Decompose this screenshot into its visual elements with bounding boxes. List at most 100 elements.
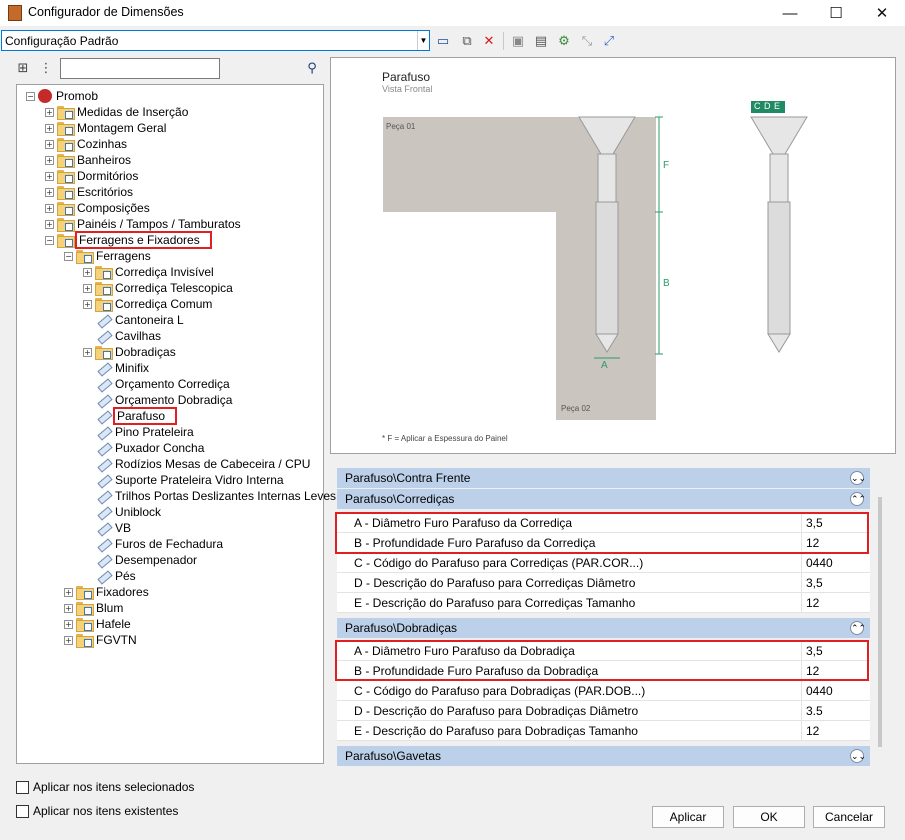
tree-node[interactable]: + Blum: [64, 600, 123, 616]
property-value-field[interactable]: 12: [801, 721, 870, 740]
tree-leaf[interactable]: Orçamento Dobradiça: [83, 392, 232, 408]
group-corredicas[interactable]: Parafuso\Corrediças ⌃⌃: [337, 489, 870, 509]
property-row[interactable]: E - Descrição do Parafuso para Corrediça…: [337, 593, 870, 613]
tree-leaf[interactable]: Pino Prateleira: [83, 424, 194, 440]
expand-icon[interactable]: +: [83, 347, 92, 357]
maximize-icon[interactable]: ☐: [813, 0, 859, 26]
group-contra-frente[interactable]: Parafuso\Contra Frente ⌄⌄: [337, 468, 870, 488]
tree-leaf[interactable]: Cantoneira L: [83, 312, 184, 328]
tree-leaf[interactable]: Minifix: [83, 360, 149, 376]
tree-node[interactable]: + Composições: [45, 200, 150, 216]
tree-leaf[interactable]: Desempenador: [83, 552, 197, 568]
close-icon[interactable]: ✕: [859, 0, 905, 26]
tree-node[interactable]: − Promob: [26, 88, 98, 104]
copy-config-icon[interactable]: ⧉: [458, 32, 476, 50]
tree-node[interactable]: + Cozinhas: [45, 136, 127, 152]
property-row[interactable]: C - Código do Parafuso para Dobradiças (…: [337, 681, 870, 701]
minimize-icon[interactable]: —: [767, 0, 813, 26]
chevron-down-icon[interactable]: ▼: [417, 31, 429, 50]
property-value-field[interactable]: 12: [801, 593, 870, 612]
tree-node[interactable]: + Corrediça Comum: [83, 296, 212, 312]
tree-node[interactable]: + Dobradiças: [83, 344, 176, 360]
category-tree[interactable]: − Promob + Medidas de Inserção + Montagem Ger…: [16, 84, 336, 764]
screw-icon: [95, 314, 111, 326]
group-gavetas[interactable]: Parafuso\Gavetas ⌄⌄: [337, 746, 870, 766]
collapse-tree-icon[interactable]: ⋮: [37, 59, 55, 77]
tree-node[interactable]: + Banheiros: [45, 152, 131, 168]
tree-node[interactable]: + Medidas de Inserção: [45, 104, 188, 120]
property-row[interactable]: C - Código do Parafuso para Corrediças (…: [337, 553, 870, 573]
collapse-icon[interactable]: −: [45, 235, 54, 245]
tree-leaf[interactable]: Orçamento Corrediça: [83, 376, 230, 392]
save-icon[interactable]: ▣: [509, 32, 527, 50]
tree-leaf[interactable]: Trilhos Portas Deslizantes Internas Leve…: [83, 488, 336, 504]
property-value-field[interactable]: 0440: [801, 553, 870, 572]
tree-node[interactable]: + Corrediça Invisível: [83, 264, 214, 280]
property-row[interactable]: E - Descrição do Parafuso para Dobradiça…: [337, 721, 870, 741]
expand-icon[interactable]: +: [45, 123, 54, 133]
settings-icon[interactable]: ⚙: [555, 32, 573, 50]
group-dobradicas[interactable]: Parafuso\Dobradiças ⌃⌃: [337, 618, 870, 638]
tree-node[interactable]: + Painéis / Tampos / Tamburatos: [45, 216, 241, 232]
expand-icon[interactable]: +: [64, 587, 73, 597]
expand-icon[interactable]: +: [45, 219, 54, 229]
expand-icon[interactable]: +: [83, 299, 92, 309]
tree-leaf[interactable]: Pés: [83, 568, 136, 584]
tree-leaf[interactable]: Rodízios Mesas de Cabeceira / CPU: [83, 456, 310, 472]
cancel-button[interactable]: Cancelar: [813, 806, 885, 828]
tree-node[interactable]: − Ferragens e Fixadores: [45, 231, 212, 249]
expand-icon[interactable]: +: [45, 139, 54, 149]
tree-node[interactable]: + Montagem Geral: [45, 120, 166, 136]
apply-selected-checkbox[interactable]: [16, 781, 29, 794]
property-row[interactable]: D - Descrição do Parafuso para Corrediça…: [337, 573, 870, 593]
tree-node[interactable]: + FGVTN: [64, 632, 137, 648]
property-value-field[interactable]: 0440: [801, 681, 870, 700]
tree-node[interactable]: + Fixadores: [64, 584, 149, 600]
collapse-icon[interactable]: −: [64, 251, 73, 261]
apply-existing-checkbox[interactable]: [16, 805, 29, 818]
ok-button[interactable]: OK: [733, 806, 805, 828]
tree-node[interactable]: + Corrediça Telescopica: [83, 280, 233, 296]
collapse-icon[interactable]: ⌃⌃: [850, 492, 866, 506]
export-icon[interactable]: ⤢: [600, 32, 618, 50]
expand-icon[interactable]: +: [64, 635, 73, 645]
property-row[interactable]: D - Descrição do Parafuso para Dobradiça…: [337, 701, 870, 721]
tree-leaf[interactable]: Puxador Concha: [83, 440, 204, 456]
screw-icon: [95, 538, 111, 550]
binoculars-icon[interactable]: ⚲: [303, 59, 321, 77]
expand-tree-icon[interactable]: ⊞: [14, 59, 32, 77]
expand-icon[interactable]: ⌄⌄: [850, 471, 866, 485]
delete-config-icon[interactable]: ✕: [480, 32, 498, 50]
tree-leaf[interactable]: Parafuso: [83, 407, 178, 425]
save-all-icon[interactable]: ▤: [532, 32, 550, 50]
expand-icon[interactable]: +: [45, 155, 54, 165]
collapse-icon[interactable]: −: [26, 91, 35, 101]
expand-icon[interactable]: +: [45, 171, 54, 181]
expand-icon[interactable]: +: [83, 267, 92, 277]
tree-leaf[interactable]: Furos de Fechadura: [83, 536, 223, 552]
expand-icon[interactable]: +: [45, 107, 54, 117]
tree-leaf[interactable]: Suporte Prateleira Vidro Interna: [83, 472, 284, 488]
apply-button[interactable]: Aplicar: [652, 806, 724, 828]
tree-node[interactable]: + Hafele: [64, 616, 131, 632]
property-value-field[interactable]: 3,5: [801, 573, 870, 592]
tree-leaf[interactable]: VB: [83, 520, 131, 536]
property-value-field[interactable]: 3.5: [801, 701, 870, 720]
tree-node[interactable]: + Escritórios: [45, 184, 133, 200]
expand-icon[interactable]: +: [64, 603, 73, 613]
expand-icon[interactable]: +: [64, 619, 73, 629]
tree-node[interactable]: − Ferragens: [64, 248, 151, 264]
import-icon[interactable]: ⤡: [578, 32, 596, 50]
configuration-select[interactable]: Configuração Padrão ▼: [1, 30, 430, 51]
expand-icon[interactable]: ⌄⌄: [850, 749, 866, 763]
tree-leaf[interactable]: Uniblock: [83, 504, 161, 520]
tree-search-input[interactable]: [60, 58, 220, 79]
expand-icon[interactable]: +: [45, 187, 54, 197]
properties-scrollbar[interactable]: [878, 497, 882, 747]
expand-icon[interactable]: +: [45, 203, 54, 213]
expand-icon[interactable]: +: [83, 283, 92, 293]
tree-leaf[interactable]: Cavilhas: [83, 328, 161, 344]
rename-config-icon[interactable]: ▭: [434, 32, 452, 50]
collapse-icon[interactable]: ⌃⌃: [850, 621, 866, 635]
tree-node[interactable]: + Dormitórios: [45, 168, 138, 184]
